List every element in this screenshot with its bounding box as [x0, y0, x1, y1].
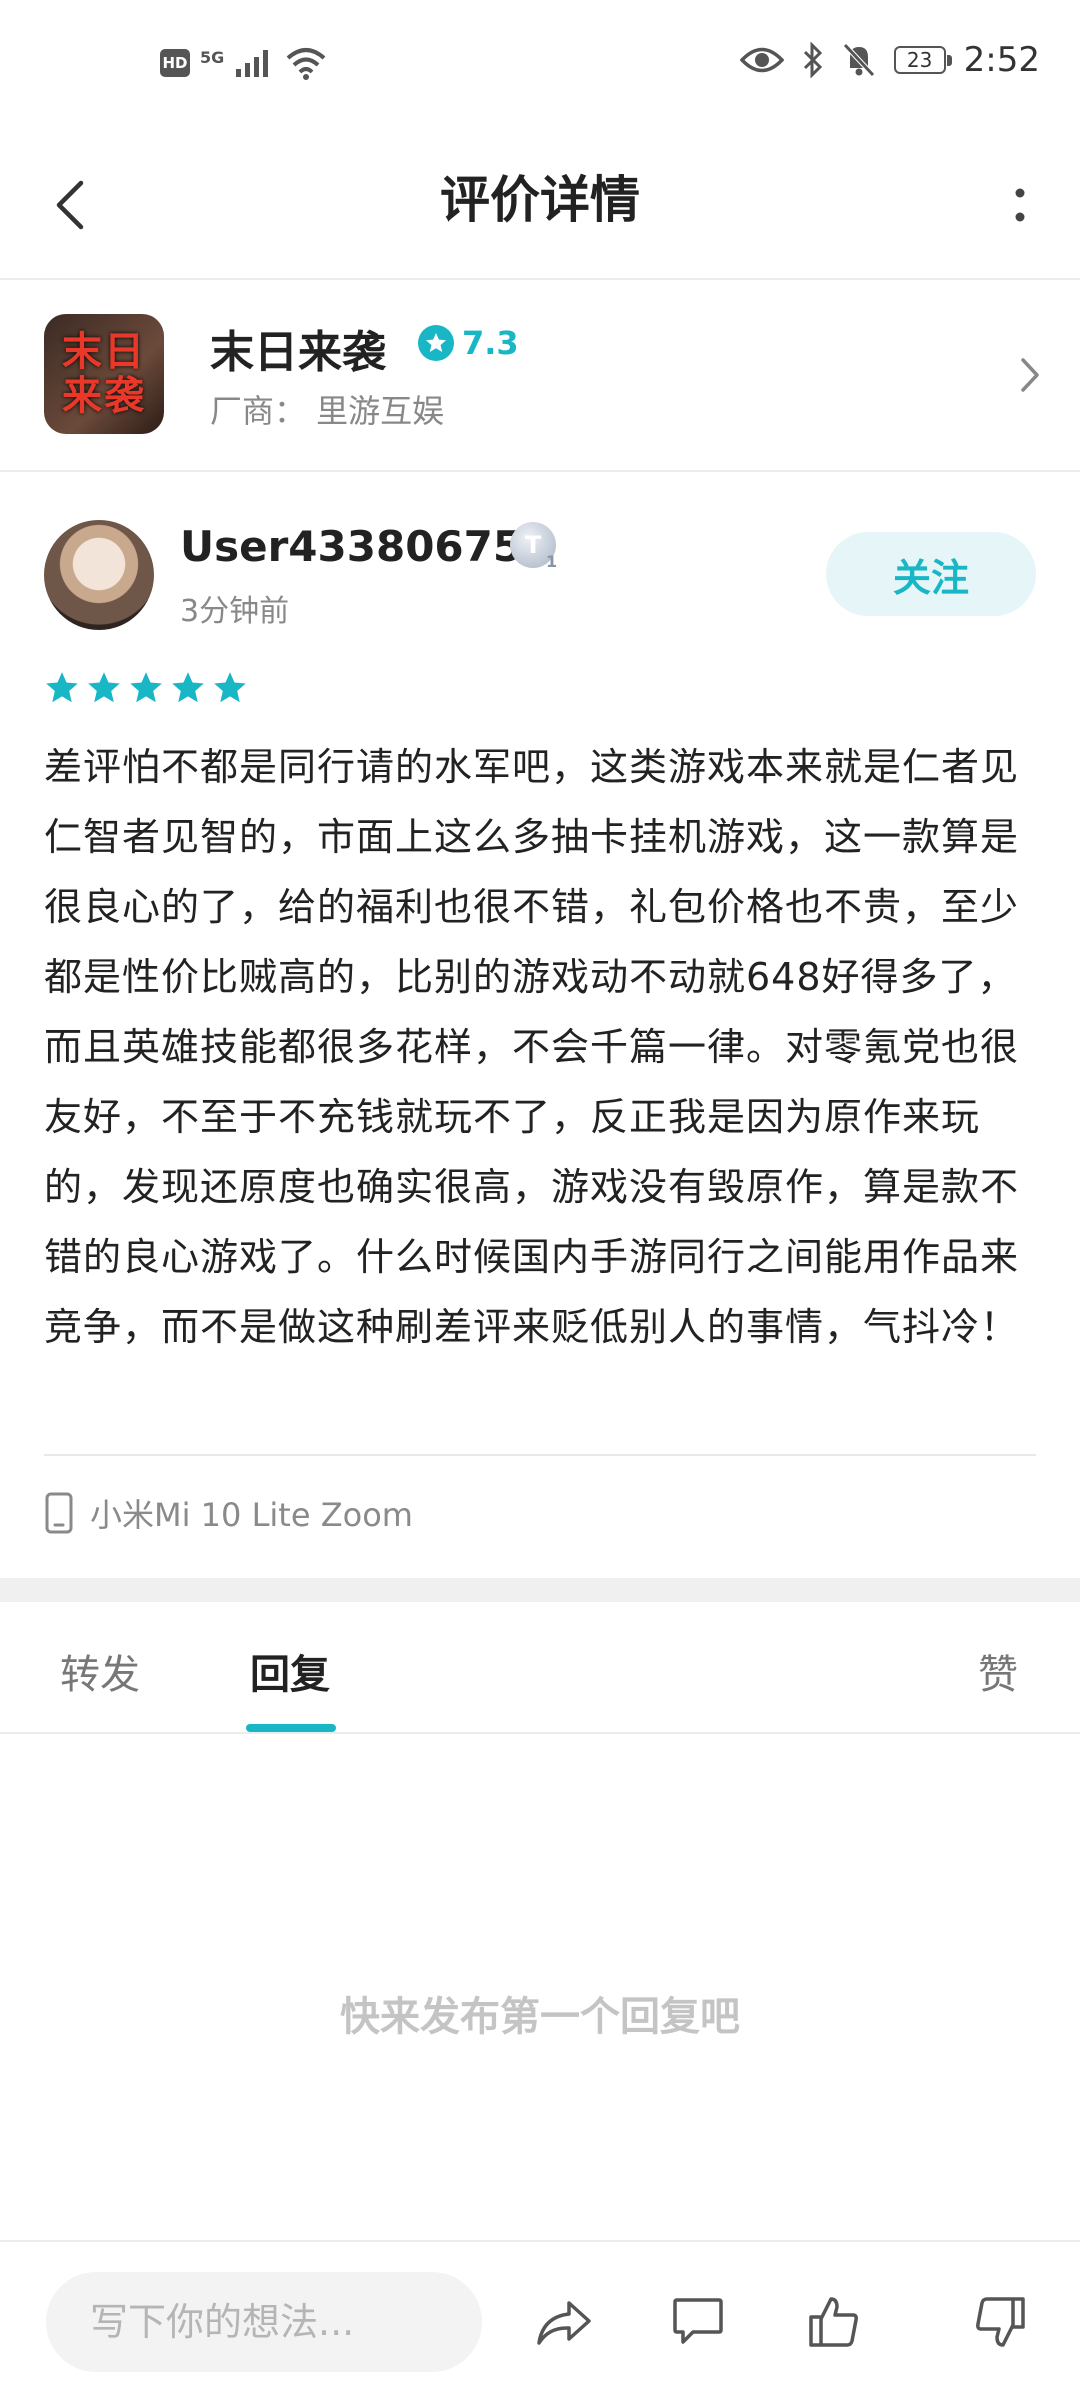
empty-replies-message: 快来发布第一个回复吧 [340, 1994, 740, 2040]
star-icon [130, 672, 162, 703]
network-type: 5G [200, 47, 225, 67]
share-button[interactable] [526, 2284, 602, 2360]
eye-icon [739, 47, 784, 73]
username[interactable]: User433806757 [180, 522, 551, 571]
thumbs-down-icon [976, 2297, 1025, 2347]
status-left: HD 5G [160, 46, 328, 80]
review-star-rating [44, 670, 248, 706]
battery-icon: 23 [893, 46, 952, 74]
tab-reply[interactable]: 回复 [250, 1642, 330, 1700]
bluetooth-icon [803, 42, 822, 78]
share-icon [537, 2301, 591, 2345]
game-card[interactable]: 末日来袭 末日来袭 7.3 厂商： 里游互娱 [0, 280, 1080, 472]
game-detail-arrow[interactable] [1010, 340, 1050, 410]
status-right: 23 2:52 [739, 40, 1040, 80]
post-time: 3分钟前 [180, 594, 290, 629]
device-info: 小米Mi 10 Lite Zoom [44, 1490, 413, 1536]
status-bar: HD 5G 23 2:52 [0, 0, 1080, 130]
dislike-button[interactable] [962, 2284, 1038, 2360]
wifi-icon [286, 48, 326, 80]
bottom-action-bar [0, 2240, 1080, 2402]
like-button[interactable] [796, 2284, 872, 2360]
star-icon [214, 672, 246, 703]
top-app-bar: 评价详情 [0, 130, 1080, 280]
rating-value: 7.3 [462, 324, 519, 362]
game-icon-logo-text: 末日来袭 [62, 329, 146, 419]
signal-icon [236, 50, 269, 77]
section-separator [0, 1578, 1080, 1602]
game-name: 末日来袭 [210, 327, 386, 378]
game-vendor: 厂商： 里游互娱 [210, 392, 445, 430]
mute-bell-icon [842, 43, 875, 77]
star-icon [46, 672, 78, 703]
tab-like[interactable]: 赞 [978, 1642, 1018, 1700]
tab-forward[interactable]: 转发 [60, 1642, 140, 1700]
hd-icon: HD [160, 49, 190, 77]
more-vertical-icon [1015, 188, 1025, 222]
avatar[interactable] [44, 520, 154, 630]
review-text: 差评怕不都是同行请的水军吧，这类游戏本来就是仁者见仁智者见智的，市面上这么多抽卡… [44, 745, 1020, 1349]
tab-bar: 转发 回复 赞 [0, 1602, 1080, 1734]
comment-button[interactable] [660, 2284, 736, 2360]
follow-button[interactable]: 关注 [826, 532, 1036, 616]
rating-star-icon [418, 325, 454, 361]
tab-active-indicator [246, 1724, 336, 1732]
more-options-button[interactable] [990, 170, 1050, 240]
star-icon [88, 672, 120, 703]
comment-input[interactable] [46, 2272, 482, 2372]
divider [44, 1454, 1036, 1456]
device-name: 小米Mi 10 Lite Zoom [90, 1496, 413, 1534]
phone-icon [45, 1492, 73, 1534]
star-icon [172, 672, 204, 703]
chevron-right-icon [1021, 358, 1039, 392]
status-time: 2:52 [963, 40, 1040, 80]
game-icon[interactable]: 末日来袭 [44, 314, 164, 434]
page-title: 评价详情 [440, 171, 640, 229]
thumbs-up-icon [809, 2297, 858, 2347]
game-rating: 7.3 [418, 324, 519, 362]
level-number: 1 [546, 552, 558, 571]
comment-icon [673, 2298, 723, 2344]
